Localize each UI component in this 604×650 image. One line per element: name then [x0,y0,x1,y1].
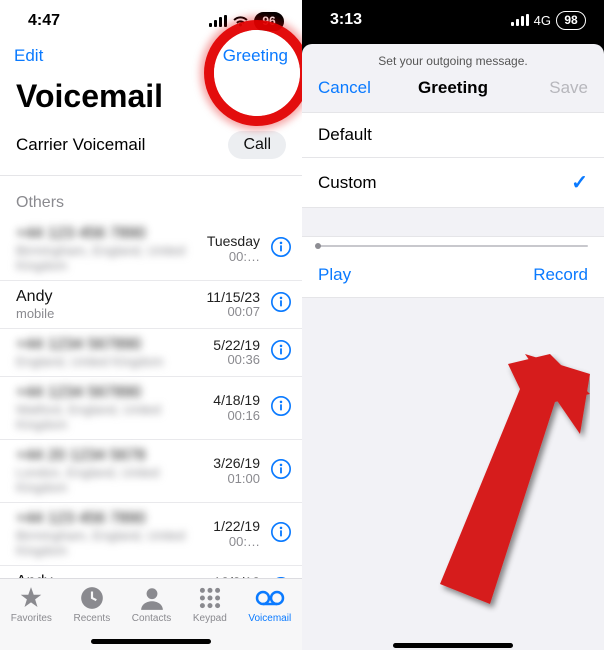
status-icons: 4G 98 [511,11,586,30]
greeting-button[interactable]: Greeting [223,46,288,66]
voicemail-sub: mobile [16,306,207,321]
star-icon [18,585,44,611]
scrub-track[interactable] [302,237,604,255]
voicemail-row[interactable]: +44 123 456 7890Birmingham, England, Uni… [0,218,302,281]
voicemail-sub: Watford, England, United Kingdom [16,402,213,432]
home-indicator[interactable] [393,643,513,648]
voicemail-date: Tuesday [207,233,260,249]
greeting-options: Default Custom ✓ [302,112,604,208]
voicemail-date: 11/15/23 [207,289,260,305]
status-bar: 3:13 4G 98 [302,0,604,40]
battery-icon: 96 [254,12,284,31]
voicemail-duration: 00:… [213,535,260,550]
voicemail-sub: England, United Kingdom [16,354,213,369]
voicemail-row[interactable]: +44 20 1234 5678London, England, United … [0,440,302,503]
info-icon[interactable] [270,291,292,313]
tab-contacts[interactable]: Contacts [132,585,171,624]
tab-voicemail[interactable]: Voicemail [248,585,291,624]
play-button[interactable]: Play [318,265,351,285]
others-header: Others [0,176,302,218]
voicemail-caller: +44 20 1234 5678 [16,447,213,465]
info-icon[interactable] [270,236,292,258]
nav-bar: Edit Greeting [0,42,302,72]
record-button[interactable]: Record [533,265,588,285]
voicemail-duration: 01:00 [213,472,260,487]
voicemail-row[interactable]: +44 1234 567890Watford, England, United … [0,377,302,440]
voicemail-duration: 00:16 [213,409,260,424]
voicemail-sub: Birmingham, England, United Kingdom [16,243,207,273]
tab-recents[interactable]: Recents [74,585,111,624]
annotation-arrow-icon [430,354,590,644]
voicemail-screen: 4:47 96 Edit Greeting Voicemail Carrier … [0,0,302,650]
wifi-icon [232,15,249,27]
battery-icon: 98 [556,11,586,30]
info-icon[interactable] [270,339,292,361]
greeting-title: Greeting [418,78,488,98]
save-button[interactable]: Save [549,78,588,98]
status-icons: 96 [209,12,284,31]
voicemail-duration: 00:07 [207,305,260,320]
greeting-screen: 3:13 4G 98 Set your outgoing message. Ca… [302,0,604,650]
network-label: 4G [534,13,551,28]
option-custom[interactable]: Custom ✓ [302,158,604,207]
tab-favorites[interactable]: Favorites [11,585,52,624]
highlight-circle [214,30,300,116]
status-time: 4:47 [28,12,60,30]
voicemail-row[interactable]: +44 123 456 7890Birmingham, England, Uni… [0,503,302,566]
voicemail-sub: Birmingham, England, United Kingdom [16,528,213,558]
tab-keypad[interactable]: Keypad [193,585,227,624]
carrier-label: Carrier Voicemail [16,135,145,155]
voicemail-row[interactable]: Andymobile11/15/2300:07 [0,281,302,329]
option-default[interactable]: Default [302,113,604,158]
voicemail-date: 5/22/19 [213,337,260,353]
call-button[interactable]: Call [228,131,286,159]
voicemail-duration: 00:… [207,250,260,265]
voicemail-icon [255,585,285,611]
voicemail-caller: +44 1234 567890 [16,384,213,402]
person-icon [139,585,165,611]
voicemail-duration: 00:36 [213,353,260,368]
info-icon[interactable] [270,458,292,480]
info-icon[interactable] [270,521,292,543]
keypad-icon [197,585,223,611]
home-indicator[interactable] [91,639,211,644]
voicemail-sub: London, England, United Kingdom [16,465,213,495]
recording-controls: Play Record [302,236,604,298]
edit-button[interactable]: Edit [14,46,43,66]
status-time: 3:13 [330,11,362,29]
greeting-nav: Cancel Greeting Save [302,72,604,112]
voicemail-date: 3/26/19 [213,455,260,471]
signal-icon [511,14,529,26]
voicemail-row[interactable]: +44 1234 567890England, United Kingdom5/… [0,329,302,377]
cancel-button[interactable]: Cancel [318,78,371,98]
checkmark-icon: ✓ [571,170,588,195]
voicemail-caller: +44 123 456 7890 [16,225,207,243]
voicemail-caller: +44 123 456 7890 [16,510,213,528]
voicemail-caller: +44 1234 567890 [16,336,213,354]
carrier-voicemail-row[interactable]: Carrier Voicemail Call [0,125,302,176]
signal-icon [209,15,227,27]
voicemail-caller: Andy [16,288,207,306]
voicemail-date: 1/22/19 [213,518,260,534]
tab-bar: Favorites Recents Contacts Keypad Voicem… [0,578,302,650]
hint-text: Set your outgoing message. [302,44,604,72]
info-icon[interactable] [270,395,292,417]
clock-icon [79,585,105,611]
voicemail-date: 4/18/19 [213,392,260,408]
